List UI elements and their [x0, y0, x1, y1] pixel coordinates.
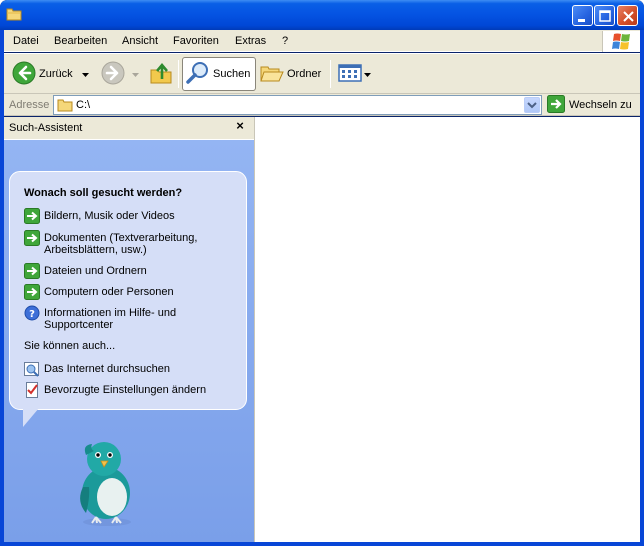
- up-folder-button[interactable]: [149, 57, 173, 91]
- views-dropdown-icon[interactable]: [364, 68, 371, 80]
- search-option-label: Dokumenten (Textverarbeitung, Arbeitsblä…: [44, 232, 198, 256]
- drive-folder-icon: [57, 97, 73, 116]
- search-button[interactable]: Suchen: [182, 57, 256, 91]
- search-icon: [186, 61, 210, 88]
- green-arrow-icon: [24, 208, 40, 224]
- preferences-icon: [24, 382, 40, 398]
- search-pane-header: Such-Assistent ×: [4, 117, 254, 139]
- title-bar[interactable]: [0, 0, 644, 30]
- views-button[interactable]: [338, 57, 371, 91]
- up-folder-icon: [149, 61, 173, 88]
- change-preferences-link[interactable]: Bevorzugte Einstellungen ändern: [24, 382, 224, 398]
- folders-icon: [260, 61, 284, 88]
- svg-text:?: ?: [29, 309, 35, 320]
- folders-label: Ordner: [287, 68, 322, 80]
- search-extra-label: Bevorzugte Einstellungen ändern: [44, 384, 207, 396]
- windows-logo-icon: [602, 31, 640, 52]
- back-label: Zurück: [39, 68, 73, 80]
- folder-icon: [6, 7, 22, 21]
- window-frame-right: [640, 30, 644, 546]
- search-bubble: Wonach soll gesucht werden? Bildern, Mus…: [9, 171, 247, 410]
- back-dropdown-icon[interactable]: [81, 68, 89, 80]
- green-arrow-icon: [24, 284, 40, 300]
- forward-dropdown-icon[interactable]: [132, 68, 139, 80]
- maximize-button[interactable]: [594, 5, 615, 26]
- also-heading: Sie können auch...: [24, 340, 116, 352]
- forward-button[interactable]: [101, 57, 139, 91]
- menu-datei[interactable]: Datei: [13, 34, 39, 48]
- menu-ansicht[interactable]: Ansicht: [122, 34, 158, 48]
- green-arrow-icon: [24, 263, 40, 279]
- help-icon: ?: [24, 305, 40, 321]
- go-button[interactable]: Wechseln zu: [547, 94, 632, 116]
- search-option-media[interactable]: Bildern, Musik oder Videos: [24, 208, 224, 224]
- bubble-tail: [23, 408, 39, 427]
- search-option-label: Bildern, Musik oder Videos: [44, 210, 175, 222]
- folder-content-area[interactable]: [254, 117, 640, 542]
- search-pane: Wonach soll gesucht werden? Bildern, Mus…: [4, 139, 254, 542]
- address-dropdown-button[interactable]: [524, 97, 540, 113]
- search-option-label: Computern oder Personen: [44, 286, 174, 298]
- search-pane-title: Such-Assistent: [9, 122, 83, 134]
- folders-button[interactable]: Ordner: [260, 57, 321, 91]
- search-extra-label: Das Internet durchsuchen: [44, 363, 170, 375]
- minimize-button[interactable]: [572, 5, 593, 26]
- search-pane-close-button[interactable]: ×: [232, 118, 248, 134]
- search-option-files-folders[interactable]: Dateien und Ordnern: [24, 263, 224, 279]
- search-companion-bird-icon[interactable]: [72, 435, 142, 527]
- address-value: C:\: [76, 99, 91, 111]
- menu-help[interactable]: ?: [282, 34, 288, 48]
- search-question: Wonach soll gesucht werden?: [24, 187, 183, 199]
- toolbar-separator: [330, 60, 331, 88]
- close-button[interactable]: [617, 5, 638, 26]
- search-label: Suchen: [213, 68, 251, 80]
- menu-bar: Datei Bearbeiten Ansicht Favoriten Extra…: [4, 30, 640, 52]
- address-input[interactable]: C:\: [53, 95, 542, 115]
- search-option-label: Dateien und Ordnern: [44, 265, 147, 277]
- back-arrow-icon: [12, 61, 36, 88]
- green-arrow-icon: [24, 230, 40, 246]
- menu-bearbeiten[interactable]: Bearbeiten: [54, 34, 107, 48]
- search-option-computers-people[interactable]: Computern oder Personen: [24, 284, 224, 300]
- address-bar: Adresse C:\ Wechseln zu: [4, 94, 640, 116]
- views-icon: [338, 61, 362, 88]
- toolbar: Zurück Suchen Ordner: [4, 53, 640, 94]
- menu-favoriten[interactable]: Favoriten: [173, 34, 219, 48]
- search-option-label: Informationen im Hilfe- und Supportcente…: [44, 307, 177, 331]
- search-internet-link[interactable]: Das Internet durchsuchen: [24, 361, 224, 377]
- internet-search-icon: [24, 361, 40, 377]
- search-option-documents[interactable]: Dokumenten (Textverarbeitung, Arbeitsblä…: [24, 230, 224, 256]
- forward-arrow-icon: [101, 61, 125, 88]
- explorer-window: Datei Bearbeiten Ansicht Favoriten Extra…: [0, 0, 644, 546]
- go-label: Wechseln zu: [569, 99, 632, 111]
- back-button[interactable]: Zurück: [12, 57, 89, 91]
- window-frame-bottom: [0, 542, 644, 546]
- address-label: Adresse: [9, 99, 50, 111]
- search-option-help-center[interactable]: ? Informationen im Hilfe- und Supportcen…: [24, 305, 224, 331]
- menu-extras[interactable]: Extras: [235, 34, 266, 48]
- go-arrow-icon: [547, 94, 565, 116]
- toolbar-separator: [178, 60, 179, 88]
